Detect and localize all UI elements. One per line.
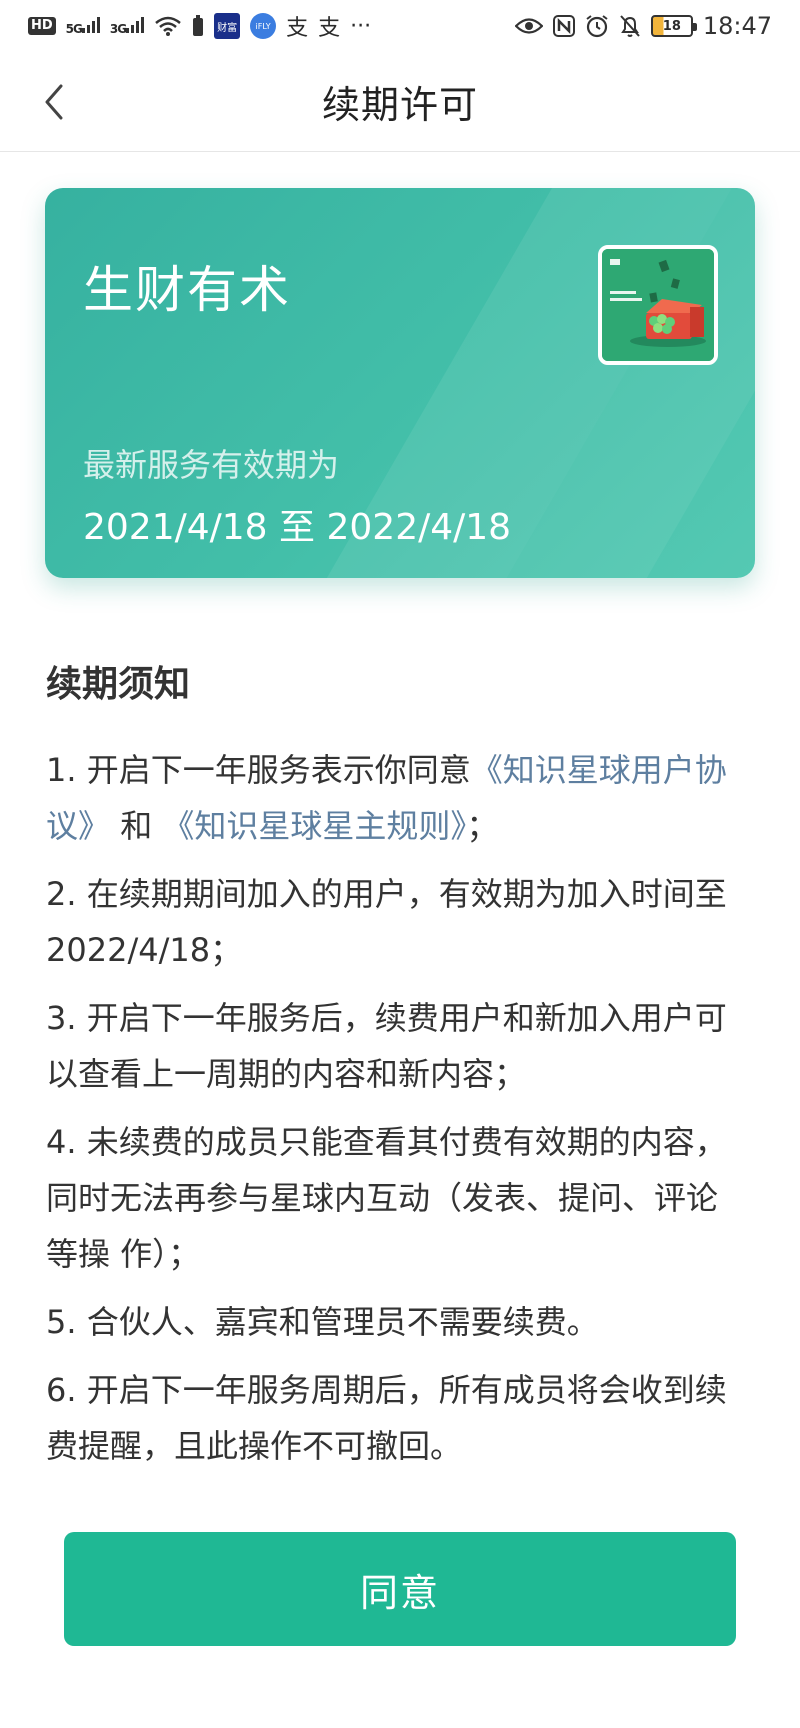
nfc-icon [552, 15, 575, 37]
status-bar-right: 18 18:47 [514, 12, 772, 40]
notice-list: 1. 开启下一年服务表示你同意《知识星球用户协议》 和 《知识星球星主规则》； … [46, 742, 746, 1486]
wifi-icon [155, 16, 181, 36]
notice-item-5: 5. 合伙人、嘉宾和管理员不需要续费。 [46, 1303, 599, 1341]
status-bar-left: HD 5G 3G 财富 iFLY 支 支 ··· [28, 10, 371, 42]
back-button[interactable] [30, 78, 78, 126]
planet-name: 生财有术 [83, 261, 291, 319]
battery-level: 18 [662, 18, 681, 34]
more-notifications-icon: ··· [350, 13, 372, 39]
notice-item-1-end: ； [466, 807, 499, 845]
status-bar: HD 5G 3G 财富 iFLY 支 支 ··· 18 18:47 [0, 0, 800, 52]
ifly-app-icon: iFLY [250, 13, 277, 39]
planet-thumbnail [598, 245, 718, 365]
notice-item-2: 2. 在续期期间加入的用户，有效期为加入时间至2022/4/18； [46, 875, 727, 969]
finance-app-icon: 财富 [214, 13, 241, 39]
notice-item-1: 1. 开启下一年服务表示你同意《知识星球用户协议》 和 《知识星球星主规则》； [46, 742, 746, 854]
alarm-icon [586, 15, 608, 38]
battery-saver-icon [193, 15, 204, 36]
notice-item-3: 3. 开启下一年服务后，续费用户和新加入用户可以查看上一周期的内容和新内容； [46, 999, 727, 1093]
signal-bars-icon [126, 16, 145, 33]
notice-heading: 续期须知 [46, 664, 191, 705]
signal-3g-icon: 3G [109, 16, 145, 36]
planet-card: 生财有术 最新服务有效期为 2021/4/18 至 2022/4/18 [45, 188, 755, 578]
signal-3g-label: 3G [109, 21, 127, 36]
alipay-app-icon: 支 [286, 16, 309, 41]
clock-time: 18:47 [702, 12, 772, 40]
notice-item-4: 4. 未续费的成员只能查看其付费有效期的内容，同时无法再参与星球内互动（发表、提… [46, 1123, 727, 1273]
owner-rules-link[interactable]: 《知识星球星主规则》 [162, 807, 466, 845]
page-title: 续期许可 [321, 83, 478, 127]
eye-icon [514, 18, 543, 34]
nav-bar: 续期许可 [0, 52, 800, 152]
notice-item-6: 6. 开启下一年服务周期后，所有成员将会收到续费提醒，且此操作不可撤回。 [46, 1371, 727, 1465]
battery-icon: 18 [650, 15, 697, 37]
validity-label: 最新服务有效期为 [83, 446, 340, 484]
signal-5g-label: 5G [65, 21, 83, 36]
alipay-app-icon-2: 支 [318, 16, 341, 41]
validity-range: 2021/4/18 至 2022/4/18 [83, 507, 512, 548]
agree-button[interactable]: 同意 [64, 1532, 736, 1646]
treasure-chest-illustration-icon [602, 249, 714, 361]
hd-badge: HD [28, 17, 56, 35]
chevron-left-icon [45, 84, 63, 120]
signal-bars-icon [81, 16, 100, 33]
notice-item-1-text: 1. 开启下一年服务表示你同意 [46, 751, 471, 789]
mute-bell-icon [620, 15, 640, 37]
signal-5g-icon: 5G [65, 16, 100, 36]
notice-item-1-and: 和 [120, 807, 153, 845]
